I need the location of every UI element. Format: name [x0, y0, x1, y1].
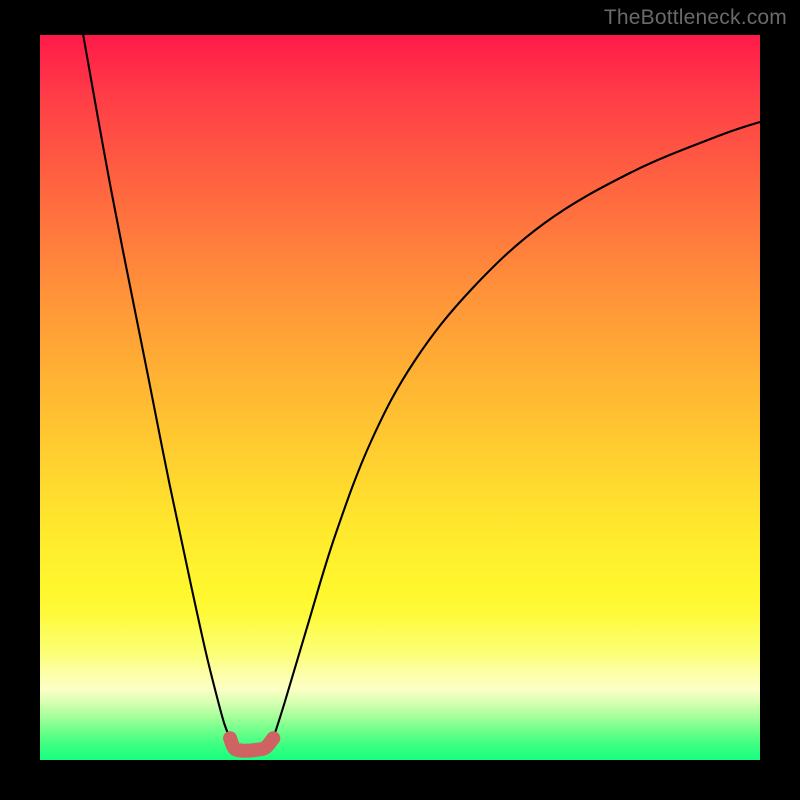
chart-svg: [40, 35, 760, 760]
curve-right-branch: [273, 122, 760, 738]
curve-group: [83, 35, 760, 751]
plot-area: [40, 35, 760, 760]
curve-left-branch: [83, 35, 230, 738]
curve-valley-accent: [230, 738, 273, 751]
outer-black-frame: TheBottleneck.com: [0, 0, 800, 800]
watermark-text: TheBottleneck.com: [604, 6, 787, 30]
